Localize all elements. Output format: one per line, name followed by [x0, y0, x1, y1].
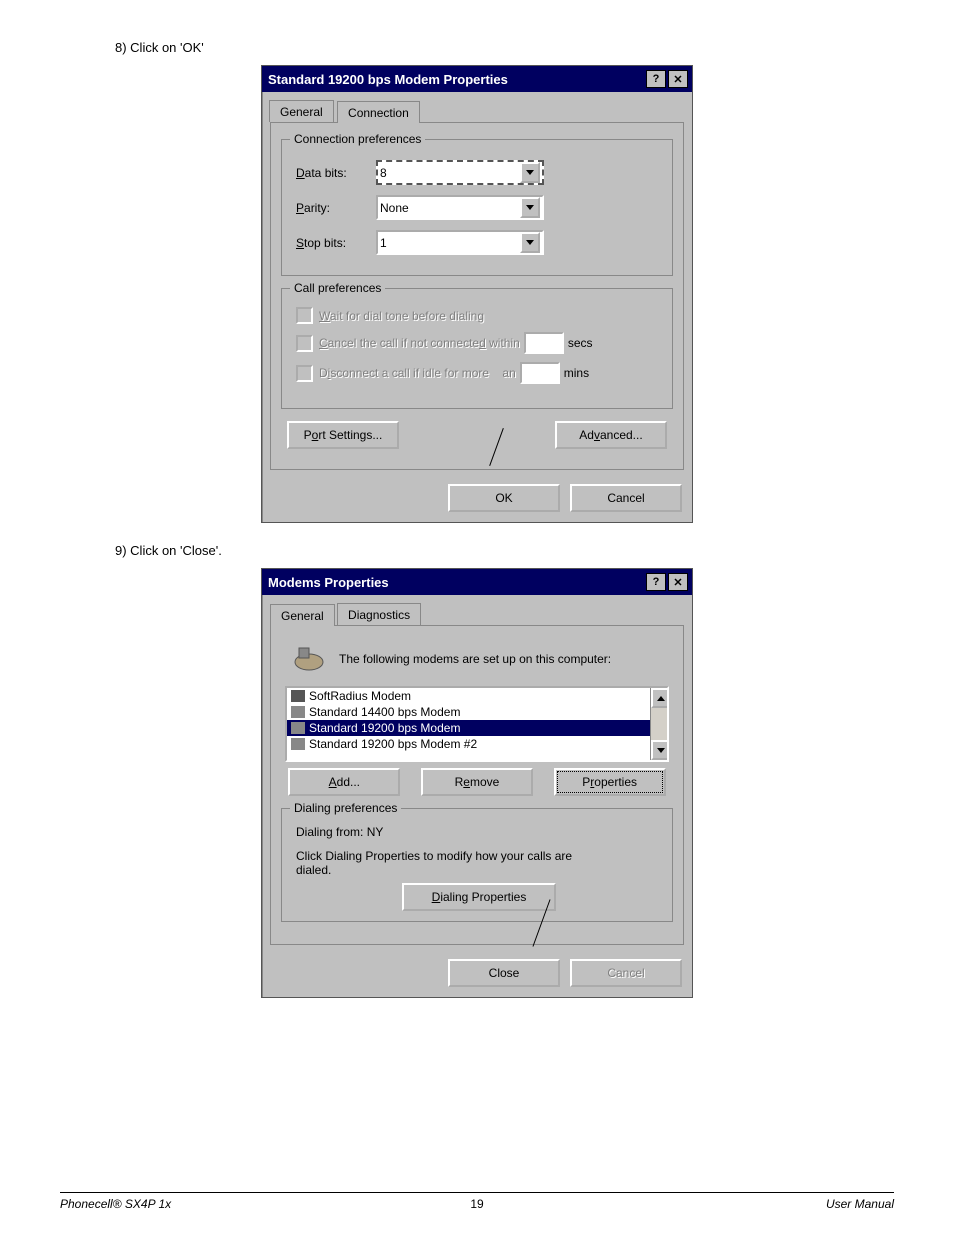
close-icon[interactable]: ✕ [668, 573, 688, 591]
step-9-text: 9) Click on 'Close'. [115, 543, 894, 558]
conn-prefs-legend: Connection preferences [290, 132, 425, 146]
modems-properties-dialog: Modems Properties ? ✕ General Diagnostic… [261, 568, 693, 998]
add-button[interactable]: Add... [288, 768, 400, 796]
parity-select[interactable]: None [376, 195, 544, 220]
dialog1-title: Standard 19200 bps Modem Properties [266, 72, 644, 87]
scroll-down-icon[interactable] [651, 740, 669, 760]
tab-row: General Connection [262, 92, 692, 122]
intro-text: The following modems are set up on this … [339, 652, 611, 666]
secs-label: secs [568, 336, 593, 350]
disconnect-idle-checkbox[interactable]: Disconnect a call if idle for more an mi… [296, 362, 662, 384]
modem-properties-dialog: Standard 19200 bps Modem Properties ? ✕ … [261, 65, 693, 523]
list-item[interactable]: SoftRadius Modem [287, 688, 667, 704]
tab-general[interactable]: General [270, 604, 335, 626]
advanced-button[interactable]: Advanced... [555, 421, 667, 449]
stop-bits-label: Stop bits: [296, 236, 376, 250]
stop-bits-select[interactable]: 1 [376, 230, 544, 255]
dialing-prefs-legend: Dialing preferences [290, 801, 401, 815]
port-settings-button[interactable]: Port Settings... [287, 421, 399, 449]
tab-connection[interactable]: Connection [337, 101, 420, 123]
cancel-call-checkbox[interactable]: Cancel the call if not connected within … [296, 332, 662, 354]
ok-button[interactable]: OK [448, 484, 560, 512]
dropdown-icon[interactable] [520, 232, 540, 253]
list-item[interactable]: Standard 19200 bps Modem #2 [287, 736, 667, 752]
modem-item-icon [291, 722, 305, 734]
list-item[interactable]: Standard 19200 bps Modem [287, 720, 667, 736]
scroll-up-icon[interactable] [651, 688, 669, 708]
footer-left: Phonecell® SX4P 1x [60, 1197, 171, 1211]
cancel-label: Cancel the call if not connected within [319, 336, 520, 350]
data-bits-label: Data bits: [296, 166, 376, 180]
step-8-text: 8) Click on 'OK' [115, 40, 894, 55]
titlebar: Standard 19200 bps Modem Properties ? ✕ [262, 66, 692, 92]
modem-item-icon [291, 706, 305, 718]
list-item[interactable]: Standard 14400 bps Modem [287, 704, 667, 720]
call-preferences-group: Call preferences Wait for dial tone befo… [281, 288, 673, 409]
properties-button[interactable]: Properties [554, 768, 666, 796]
tab-diagnostics[interactable]: Diagnostics [337, 603, 421, 625]
call-prefs-legend: Call preferences [290, 281, 385, 295]
data-bits-select[interactable]: 8 [376, 160, 544, 185]
footer-right: User Manual [826, 1197, 894, 1211]
checkbox-icon[interactable] [296, 335, 313, 352]
wait-label: Wait for dial tone before dialing [319, 309, 484, 323]
cancel-button[interactable]: Cancel [570, 484, 682, 512]
help-icon[interactable]: ? [646, 573, 666, 591]
modem-list[interactable]: SoftRadius Modem Standard 14400 bps Mode… [285, 686, 669, 762]
page-footer: Phonecell® SX4P 1x 19 User Manual [60, 1192, 894, 1211]
parity-label: Parity: [296, 201, 376, 215]
scrollbar[interactable] [650, 688, 667, 760]
checkbox-icon[interactable] [296, 307, 313, 324]
dialing-hint: Click Dialing Properties to modify how y… [296, 849, 662, 877]
connection-preferences-group: Connection preferences Data bits: 8 Pari… [281, 139, 673, 276]
footer-page-number: 19 [470, 1197, 483, 1211]
close-button[interactable]: Close [448, 959, 560, 987]
idle-label: Disconnect a call if idle for more an [319, 366, 516, 380]
cancel-secs-field[interactable] [524, 332, 564, 354]
dropdown-icon[interactable] [520, 162, 540, 183]
close-icon[interactable]: ✕ [668, 70, 688, 88]
tab-general[interactable]: General [269, 100, 334, 122]
dialing-preferences-group: Dialing preferences Dialing from: NY Cli… [281, 808, 673, 922]
dropdown-icon[interactable] [520, 197, 540, 218]
dialog2-title: Modems Properties [266, 575, 644, 590]
tab-row: General Diagnostics [262, 595, 692, 625]
modem-icon [291, 644, 327, 674]
checkbox-icon[interactable] [296, 365, 313, 382]
modem-item-icon [291, 738, 305, 750]
idle-mins-field[interactable] [520, 362, 560, 384]
dialing-from-label: Dialing from: NY [296, 825, 662, 839]
wait-dial-tone-checkbox[interactable]: Wait for dial tone before dialing [296, 307, 662, 324]
help-icon[interactable]: ? [646, 70, 666, 88]
remove-button[interactable]: Remove [421, 768, 533, 796]
mins-label: mins [564, 366, 589, 380]
modem-item-icon [291, 690, 305, 702]
dialing-properties-button[interactable]: Dialing Properties [402, 883, 556, 911]
titlebar: Modems Properties ? ✕ [262, 569, 692, 595]
cancel-button-disabled: Cancel [570, 959, 682, 987]
